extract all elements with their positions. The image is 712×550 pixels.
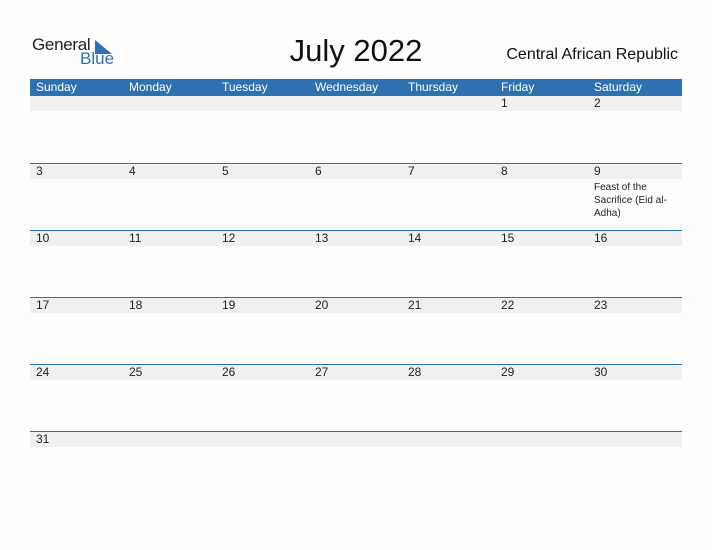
day-number: 20 — [315, 298, 329, 312]
day-number: 21 — [408, 298, 422, 312]
day-cell — [216, 96, 309, 163]
holiday-event: Feast of the Sacrifice (Eid al-Adha) — [594, 182, 667, 219]
day-cell — [309, 96, 402, 163]
day-cell: 5 — [216, 164, 309, 230]
day-cell: 23 — [588, 298, 681, 364]
day-cell: 25 — [123, 365, 216, 431]
day-number: 4 — [129, 164, 136, 178]
day-number: 17 — [36, 298, 50, 312]
week-row: 10 11 12 13 14 15 16 — [30, 230, 682, 297]
day-cell: 21 — [402, 298, 495, 364]
day-number: 11 — [129, 231, 142, 245]
day-cell — [588, 432, 681, 448]
day-cell: 6 — [309, 164, 402, 230]
day-cell: 16 — [588, 231, 681, 297]
day-cell: 4 — [123, 164, 216, 230]
day-cell: 26 — [216, 365, 309, 431]
week-row: 24 25 26 27 28 29 30 — [30, 364, 682, 431]
weekday-saturday: Saturday — [594, 80, 643, 94]
day-number: 3 — [36, 164, 43, 178]
day-number: 2 — [594, 96, 601, 110]
day-cell: 22 — [495, 298, 588, 364]
day-cell: 15 — [495, 231, 588, 297]
day-cell: 12 — [216, 231, 309, 297]
day-cell: 11 — [123, 231, 216, 297]
day-number: 26 — [222, 365, 236, 379]
day-cell: 3 — [30, 164, 123, 230]
day-number: 18 — [129, 298, 143, 312]
day-number: 10 — [36, 231, 50, 245]
day-number: 31 — [36, 432, 50, 446]
day-number: 19 — [222, 298, 236, 312]
weekday-wednesday: Wednesday — [315, 80, 379, 94]
day-number: 27 — [315, 365, 329, 379]
day-number: 8 — [501, 164, 508, 178]
day-number: 29 — [501, 365, 515, 379]
day-cell: 13 — [309, 231, 402, 297]
day-number: 12 — [222, 231, 236, 245]
day-number: 7 — [408, 164, 415, 178]
weekday-monday: Monday — [129, 80, 172, 94]
day-cell: 8 — [495, 164, 588, 230]
day-cell — [216, 432, 309, 448]
day-number: 14 — [408, 231, 422, 245]
day-cell: 7 — [402, 164, 495, 230]
weekday-header: Sunday Monday Tuesday Wednesday Thursday Frid… — [30, 79, 682, 96]
weekday-thursday: Thursday — [408, 80, 459, 94]
day-number: 16 — [594, 231, 608, 245]
week-row: 17 18 19 20 21 22 23 — [30, 297, 682, 364]
day-cell: 9 Feast of the Sacrifice (Eid al-Adha) — [588, 164, 681, 230]
week-row: 12 — [30, 96, 682, 163]
day-cell — [402, 96, 495, 163]
country-name: Central African Republic — [506, 46, 678, 63]
weekday-friday: Friday — [501, 80, 535, 94]
day-cell: 1 — [495, 96, 588, 163]
day-cell: 10 — [30, 231, 123, 297]
day-number: 30 — [594, 365, 608, 379]
day-cell: 20 — [309, 298, 402, 364]
day-number: 25 — [129, 365, 143, 379]
day-number: 15 — [501, 231, 515, 245]
weekday-tuesday: Tuesday — [222, 80, 268, 94]
week-row: 31 — [30, 431, 682, 448]
day-cell — [495, 432, 588, 448]
day-number: 9 — [594, 164, 601, 178]
day-cell: 30 — [588, 365, 681, 431]
day-cell — [123, 96, 216, 163]
day-cell: 14 — [402, 231, 495, 297]
day-cell: 24 — [30, 365, 123, 431]
day-cell: 29 — [495, 365, 588, 431]
day-cell: 27 — [309, 365, 402, 431]
day-number: 13 — [315, 231, 329, 245]
day-cell: 19 — [216, 298, 309, 364]
day-number: 23 — [594, 298, 608, 312]
day-number: 22 — [501, 298, 515, 312]
day-number: 5 — [222, 164, 229, 178]
day-cell — [123, 432, 216, 448]
day-cell: 17 — [30, 298, 123, 364]
day-cell: 2 — [588, 96, 681, 163]
day-cell: 18 — [123, 298, 216, 364]
day-cell: 31 — [30, 432, 123, 448]
calendar: Sunday Monday Tuesday Wednesday Thursday Frid… — [30, 79, 682, 448]
day-cell — [309, 432, 402, 448]
day-number: 6 — [315, 164, 322, 178]
day-cell — [30, 96, 123, 163]
day-number: 1 — [501, 96, 508, 110]
weekday-sunday: Sunday — [36, 80, 77, 94]
day-cell — [402, 432, 495, 448]
day-number: 24 — [36, 365, 50, 379]
day-number: 28 — [408, 365, 422, 379]
day-cell: 28 — [402, 365, 495, 431]
week-row: 3 4 5 6 7 8 9 Feast of the Sacrifice (Eid al-Ad… — [30, 163, 682, 230]
